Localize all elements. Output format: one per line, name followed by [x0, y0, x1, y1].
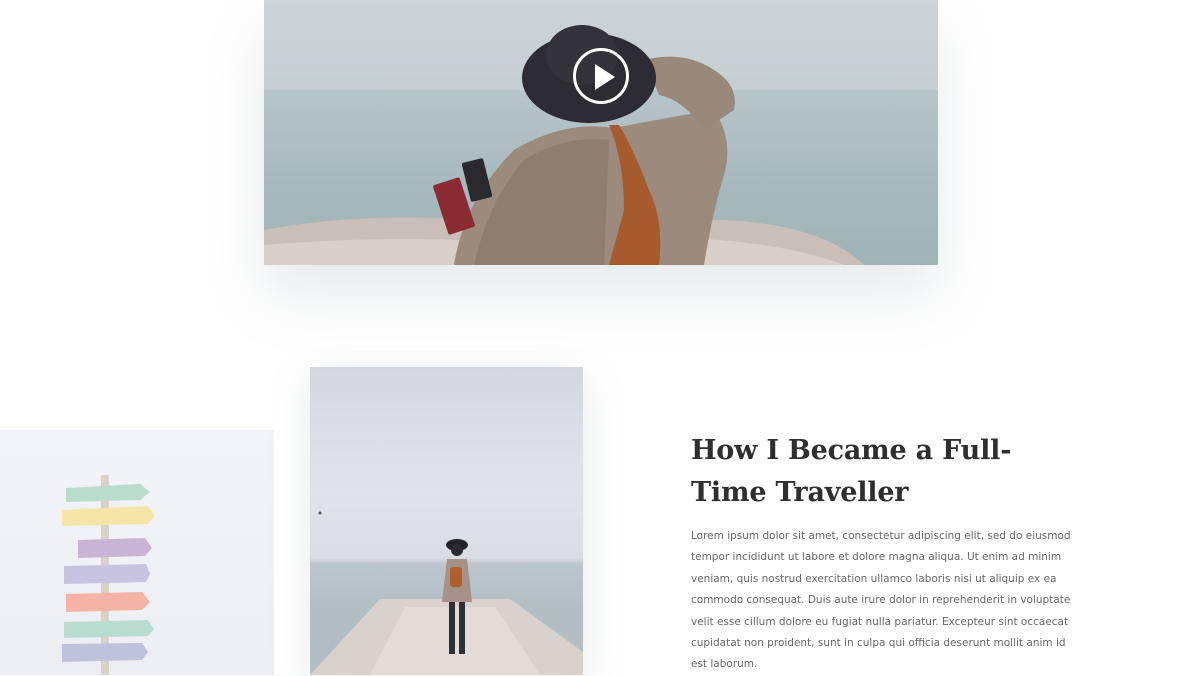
hero-photo	[264, 0, 938, 265]
play-icon	[595, 64, 615, 90]
signpost-image	[0, 430, 274, 675]
pier-image	[310, 367, 583, 675]
hero-video[interactable]	[264, 0, 938, 265]
article: How I Became a Full-Time Traveller Lorem…	[691, 430, 1071, 676]
article-title: How I Became a Full-Time Traveller	[691, 435, 1012, 508]
article-body: Lorem ipsum dolor sit amet, consectetur …	[691, 530, 1071, 671]
play-button[interactable]	[573, 48, 629, 104]
